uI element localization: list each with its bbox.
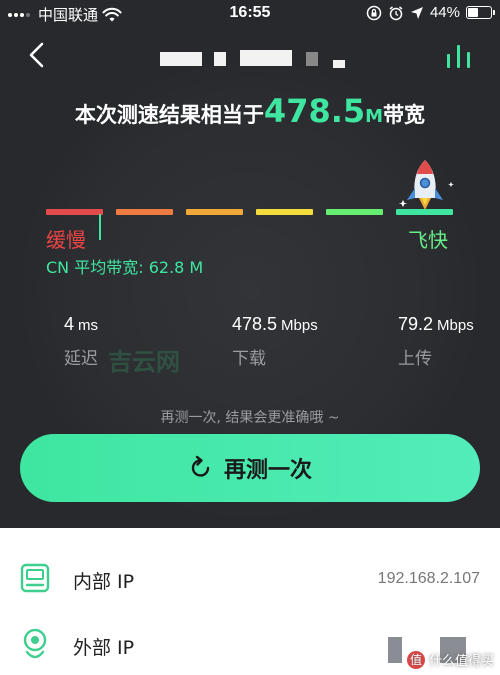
upload-label: 上传 (398, 349, 432, 369)
site-watermark: 吉云网 (108, 348, 180, 376)
status-right: 44% (366, 4, 495, 21)
fast-label: 飞快 (408, 228, 448, 252)
refresh-icon (191, 455, 210, 477)
external-ip-label: 外部 IP (73, 637, 135, 659)
latency-value: 4 ms (64, 314, 99, 334)
scale-segment (326, 209, 383, 215)
latency-label: 延迟 (64, 349, 98, 369)
lock-rotation-icon (366, 5, 382, 20)
battery-icon (466, 6, 495, 19)
upload-value: 79.2 Mbps (398, 314, 474, 334)
scale-segment (186, 209, 243, 215)
download-label: 下载 (232, 349, 266, 369)
average-bandwidth: CN 平均带宽: 62.8 M (46, 258, 204, 277)
bandwidth-value: 478.5 (263, 92, 366, 130)
internal-ip-label: 内部 IP (73, 571, 135, 593)
back-arrow-icon[interactable] (22, 40, 52, 70)
result-headline: 本次测速结果相当于478.5M带宽 (74, 92, 426, 130)
internal-ip-row[interactable]: 内部 IP 192.168.2.107 (0, 546, 500, 610)
alarm-icon (389, 5, 403, 20)
slow-label: 缓慢 (46, 228, 86, 252)
speedtest-panel: 中国联通 16:55 44% 本次测速结果相当于478.5M带宽 缓慢 飞快 C… (0, 0, 500, 528)
hard-drive-icon (20, 563, 50, 593)
internal-ip-value: 192.168.2.107 (377, 570, 480, 587)
brand-logo-icon: 值 (406, 650, 425, 669)
rocket-icon (398, 160, 454, 210)
bandwidth-unit: M (365, 106, 384, 127)
average-marker (99, 214, 101, 240)
status-bar: 中国联通 16:55 44% (0, 0, 500, 28)
retest-label: 再测一次 (223, 458, 312, 483)
download-value: 478.5 Mbps (232, 314, 318, 334)
location-icon (410, 6, 423, 19)
bar-chart-icon[interactable] (444, 42, 474, 70)
retest-hint: 再测一次, 结果会更准确哦 ~ (160, 410, 340, 426)
scale-segment (116, 209, 173, 215)
scale-segment (256, 209, 313, 215)
scale-segment (46, 209, 103, 215)
location-pin-icon (23, 628, 47, 659)
retest-button[interactable]: 再测一次 (20, 434, 480, 502)
battery-percent: 44% (429, 4, 460, 21)
corner-watermark: 值 什么值得买 (406, 650, 494, 669)
